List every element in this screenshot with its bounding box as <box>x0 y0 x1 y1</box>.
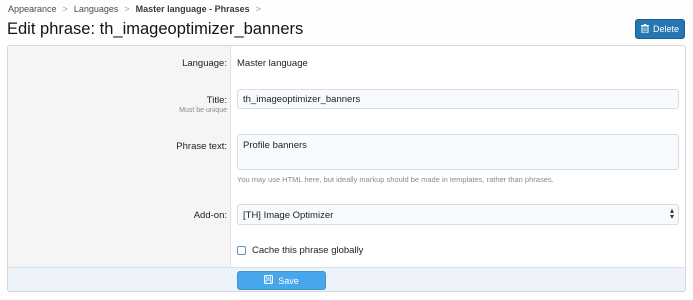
delete-button-label: Delete <box>652 24 679 34</box>
breadcrumb: Appearance > Languages > Master language… <box>8 4 261 14</box>
select-arrows-icon: ▴ ▾ <box>669 206 674 221</box>
save-button[interactable]: Save <box>237 271 326 290</box>
breadcrumb-item-master-language-phrases[interactable]: Master language - Phrases <box>136 4 250 14</box>
form-submit-row: Save <box>8 267 685 291</box>
title-label: Title: <box>206 95 227 106</box>
cache-globally-label: Cache this phrase globally <box>252 245 364 256</box>
save-button-label: Save <box>278 275 299 286</box>
chevron-right-icon: > <box>255 4 261 14</box>
breadcrumb-item-languages[interactable]: Languages <box>74 4 119 14</box>
phrase-text-label: Phrase text: <box>176 141 227 152</box>
addon-label: Add-on: <box>193 210 227 221</box>
title-hint: Must be unique <box>179 107 227 114</box>
language-label: Language: <box>182 58 227 69</box>
breadcrumb-item-appearance[interactable]: Appearance <box>8 4 57 14</box>
title-input[interactable]: th_imageoptimizer_banners <box>237 89 679 109</box>
chevron-right-icon: > <box>62 4 68 14</box>
phrase-text-explain: You may use HTML here, but ideally marku… <box>237 175 554 184</box>
chevron-right-icon: > <box>124 4 130 14</box>
save-icon <box>264 275 274 286</box>
page-title: Edit phrase: th_imageoptimizer_banners <box>7 20 304 38</box>
language-value: Master language <box>237 58 308 69</box>
cache-globally-checkbox[interactable] <box>237 246 246 255</box>
phrase-text-textarea[interactable]: Profile banners <box>237 134 679 170</box>
trash-icon <box>640 23 649 35</box>
edit-phrase-form: Language: Master language Title: Must be… <box>7 45 686 292</box>
cache-globally-option[interactable]: Cache this phrase globally <box>237 245 363 256</box>
addon-select[interactable]: [TH] Image Optimizer ▴ ▾ <box>237 204 679 225</box>
form-label-column <box>8 46 231 267</box>
delete-button[interactable]: Delete <box>635 19 685 39</box>
addon-select-value: [TH] Image Optimizer <box>243 210 334 221</box>
